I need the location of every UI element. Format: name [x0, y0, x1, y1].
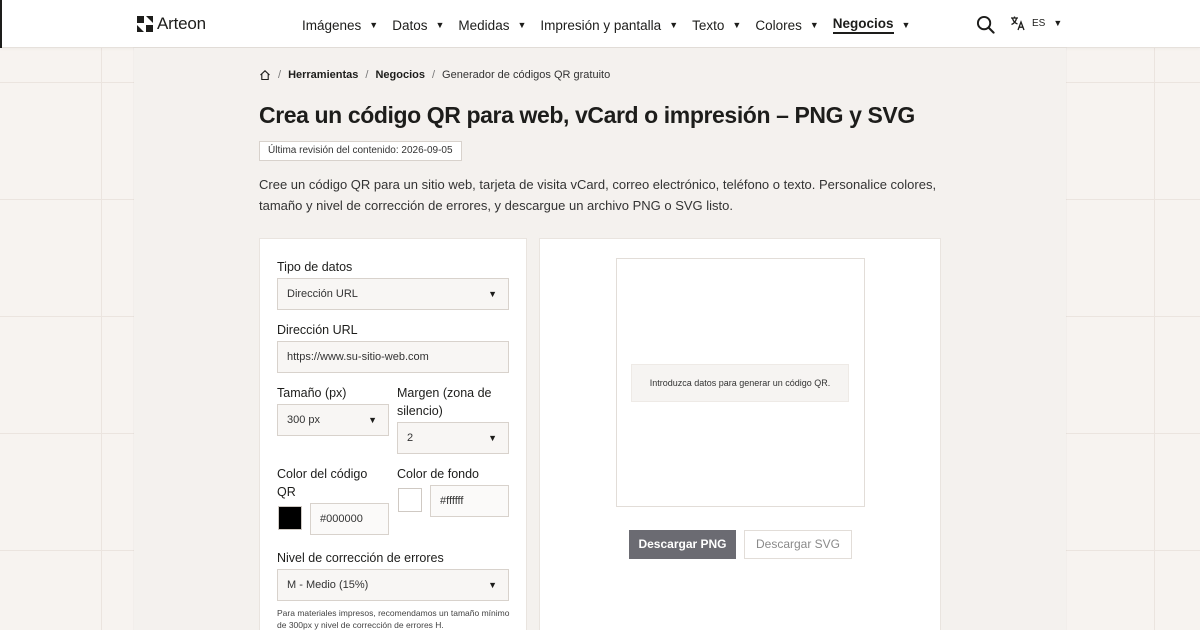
nav-item-impresion[interactable]: Impresión y pantalla ▼	[540, 16, 678, 34]
arteon-logo-icon	[137, 16, 153, 32]
data-type-label: Tipo de datos	[277, 260, 353, 274]
chevron-down-icon: ▼	[809, 20, 819, 30]
url-input[interactable]: https://www.su-sitio-web.com	[277, 341, 509, 373]
data-type-value: Dirección URL	[287, 288, 358, 300]
nav-label: Datos	[392, 17, 428, 33]
bg-color-input[interactable]: #ffffff	[430, 485, 509, 517]
ecc-label: Nivel de corrección de errores	[277, 551, 444, 565]
chevron-down-icon: ▼	[488, 289, 497, 299]
download-png-button[interactable]: Descargar PNG	[629, 530, 736, 559]
bg-color-swatch[interactable]	[398, 488, 422, 512]
bg-color-value: #ffffff	[440, 495, 464, 507]
url-label: Dirección URL	[277, 323, 358, 337]
qr-settings-form: Tipo de datos Dirección URL ▼ Dirección …	[259, 238, 527, 630]
home-icon[interactable]	[259, 69, 271, 81]
breadcrumb-herramientas[interactable]: Herramientas	[288, 69, 358, 81]
margin-value: 2	[407, 432, 414, 444]
nav-label: Medidas	[458, 17, 510, 33]
nav-item-imagenes[interactable]: Imágenes ▼	[302, 16, 378, 34]
nav-item-negocios[interactable]: Negocios ▼	[832, 16, 911, 34]
download-svg-button[interactable]: Descargar SVG	[744, 530, 852, 559]
nav-item-texto[interactable]: Texto ▼	[692, 16, 741, 34]
qr-color-input[interactable]: #000000	[310, 503, 389, 535]
size-label: Tamaño (px)	[277, 386, 347, 400]
language-selector[interactable]: ES ▼	[1010, 15, 1062, 31]
chevron-down-icon: ▼	[488, 433, 497, 443]
nav-item-colores[interactable]: Colores ▼	[755, 16, 818, 34]
content-panel: / Herramientas / Negocios / Generador de…	[134, 48, 1066, 630]
top-navigation-bar: Arteon Imágenes ▼ Datos ▼ Medidas ▼ Impresi…	[0, 0, 1200, 48]
ecc-value: M - Medio (15%)	[287, 579, 369, 591]
breadcrumb-separator: /	[365, 69, 369, 81]
qr-color-value: #000000	[320, 513, 363, 525]
qr-color-swatch[interactable]	[278, 506, 302, 530]
size-select[interactable]: 300 px ▼	[277, 404, 389, 436]
data-type-select[interactable]: Dirección URL ▼	[277, 278, 509, 310]
chevron-down-icon: ▼	[368, 415, 377, 425]
nav-item-medidas[interactable]: Medidas ▼	[458, 16, 526, 34]
search-icon[interactable]	[976, 15, 995, 34]
main-nav: Imágenes ▼ Datos ▼ Medidas ▼ Impresión y pa…	[302, 16, 924, 34]
chevron-down-icon: ▼	[369, 20, 379, 30]
bg-color-label: Color de fondo	[397, 467, 480, 481]
chevron-down-icon: ▼	[435, 20, 445, 30]
breadcrumb-separator: /	[431, 69, 436, 81]
page-title: Crea un código QR para web, vCard o impr…	[259, 102, 915, 128]
margin-select[interactable]: 2 ▼	[397, 422, 509, 454]
url-placeholder: https://www.su-sitio-web.com	[287, 351, 429, 363]
breadcrumb-current: Generador de códigos QR gratuito	[442, 69, 611, 81]
margin-label: Margen (zona de silencio)	[397, 386, 492, 418]
breadcrumb: / Herramientas / Negocios / Generador de…	[259, 69, 610, 81]
nav-item-datos[interactable]: Datos ▼	[392, 16, 444, 34]
chevron-down-icon: ▼	[901, 20, 911, 30]
breadcrumb-negocios[interactable]: Negocios	[375, 69, 425, 81]
language-code: ES	[1032, 17, 1046, 29]
nav-label: Negocios	[832, 16, 894, 34]
ecc-select[interactable]: M - Medio (15%) ▼	[277, 569, 509, 601]
breadcrumb-separator: /	[278, 69, 282, 81]
chevron-down-icon: ▼	[1053, 18, 1063, 28]
qr-preview-area: Introduzca datos para generar un código …	[616, 258, 865, 507]
chevron-down-icon: ▼	[517, 20, 527, 30]
chevron-down-icon: ▼	[732, 20, 742, 30]
print-hint: Para materiales impresos, recomendamos u…	[277, 608, 510, 630]
nav-label: Impresión y pantalla	[540, 17, 662, 33]
nav-label: Colores	[755, 17, 802, 33]
brand-name: Arteon	[157, 14, 206, 33]
window-edge	[0, 0, 2, 48]
chevron-down-icon: ▼	[669, 20, 679, 30]
qr-preview-panel: Introduzca datos para generar un código …	[539, 238, 941, 630]
brand-logo[interactable]: Arteon	[137, 14, 206, 34]
size-value: 300 px	[287, 414, 321, 426]
revision-badge: Última revisión del contenido: 2026-09-0…	[259, 141, 462, 161]
qr-empty-message: Introduzca datos para generar un código …	[631, 364, 849, 402]
intro-text: Cree un código QR para un sitio web, tar…	[259, 177, 937, 213]
nav-label: Texto	[692, 17, 725, 33]
qr-color-label: Color del código QR	[277, 467, 368, 499]
chevron-down-icon: ▼	[488, 580, 497, 590]
nav-label: Imágenes	[302, 17, 362, 33]
translate-icon	[1011, 16, 1025, 31]
